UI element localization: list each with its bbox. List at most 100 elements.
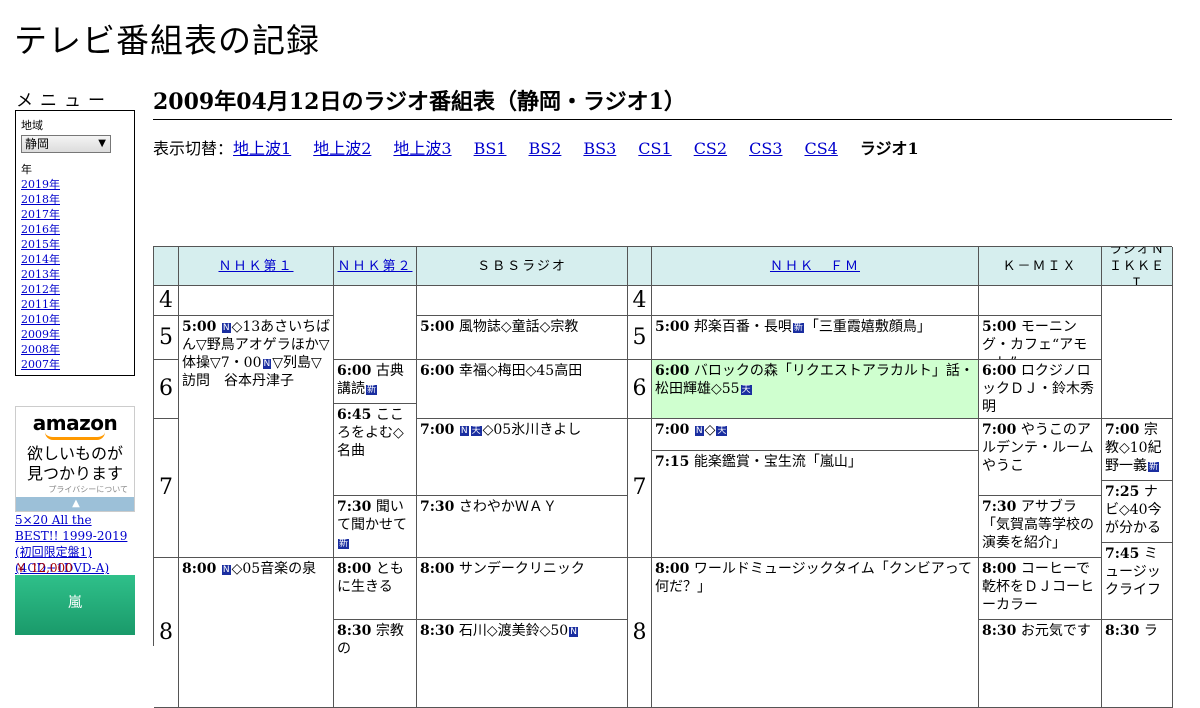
program-cell[interactable]: 8:30 お元気です: [979, 620, 1102, 708]
program-cell[interactable]: 7:00 N ◇ 天: [652, 419, 979, 451]
new-icon: 新: [366, 385, 378, 395]
product-banner[interactable]: 嵐: [15, 575, 135, 635]
program-cell[interactable]: 8:00 サンデークリニック: [417, 558, 628, 620]
year-link[interactable]: 2009年: [21, 328, 60, 341]
program-title: 石川◇渡美鈴◇50: [458, 623, 569, 639]
hour-cell: 6: [628, 360, 652, 419]
news-icon: N: [221, 565, 231, 575]
program-cell[interactable]: 7:45 ミュージックライフ: [1102, 543, 1173, 620]
switcher-link[interactable]: BS2: [528, 139, 561, 158]
switcher-link[interactable]: CS4: [804, 139, 837, 158]
year-link[interactable]: 2017年: [21, 208, 60, 221]
new-icon: 新: [338, 539, 350, 549]
program-time: 6:45: [337, 407, 372, 423]
switcher-link[interactable]: 地上波2: [313, 139, 371, 158]
year-link[interactable]: 2007年: [21, 358, 60, 371]
switcher-link[interactable]: 地上波3: [393, 139, 451, 158]
news-icon: N: [569, 627, 578, 637]
program-cell[interactable]: 8:00 ともに生きる: [334, 558, 417, 620]
program-cell[interactable]: 8:00 N ◇05音楽の泉: [179, 558, 334, 708]
program-cell[interactable]: 7:00 N 天 ◇05氷川きよし: [417, 419, 628, 496]
program-cell[interactable]: 5:00 N ◇13あさいちばん▽野鳥アオゲラほか▽体操▽7・00 N ▽列島▽訪問 …: [179, 316, 334, 558]
hour-cell: 5: [154, 316, 179, 360]
station-header-nhk2[interactable]: ＮＨＫ第２: [334, 247, 417, 286]
year-link[interactable]: 2008年: [21, 343, 60, 356]
program-time: 8:00: [337, 561, 372, 577]
program-cell[interactable]: 5:00 モーニング・カフェ“アモーレ”: [979, 316, 1102, 360]
program-cell[interactable]: 7:30 アサブラ「気賀高等学校の演奏を紹介」: [979, 496, 1102, 558]
program-cell[interactable]: 5:00 邦楽百番・長唄新「三重霞嬉敷顔鳥」: [652, 316, 979, 360]
year-link[interactable]: 2018年: [21, 193, 60, 206]
program-cell[interactable]: 7:15 能楽鑑賞・宝生流「嵐山」: [652, 451, 979, 558]
program-cell[interactable]: 6:00 古典講読新: [334, 360, 417, 404]
ad-copy: 欲しいものが 見つかります: [16, 444, 134, 484]
program-title: ◇: [704, 422, 716, 438]
program-cell[interactable]: 5:00 風物誌◇童話◇宗教: [417, 316, 628, 360]
station-link-nhk2[interactable]: ＮＨＫ第２: [337, 258, 412, 275]
program-cell[interactable]: 8:30 宗教の: [334, 620, 417, 708]
switcher-link[interactable]: CS2: [694, 139, 727, 158]
program-time: 8:00: [182, 561, 217, 577]
switcher-link[interactable]: BS1: [474, 139, 507, 158]
region-select[interactable]: 静岡 ▼: [21, 135, 111, 153]
program-cell[interactable]: 7:00 宗教◇10紀野一義新: [1102, 419, 1173, 481]
ad-copy-line2: 見つかります: [26, 464, 123, 483]
program-cell[interactable]: 8:00 コーヒーで乾杯をＤＪコーヒーカラー: [979, 558, 1102, 620]
program-title: ワールドミュージックタイム「クンビアって何だ？」: [655, 561, 973, 595]
program-time: 7:00: [420, 422, 455, 438]
year-link[interactable]: 2011年: [21, 298, 60, 311]
year-list-item: 2010年: [21, 312, 129, 327]
region-label: 地域: [21, 119, 43, 132]
ad-expand-icon[interactable]: ▲: [16, 497, 134, 511]
program-time: 8:00: [655, 561, 690, 577]
schedule-grid: ＮＨＫ第１ ＮＨＫ第２ ＳＢＳラジオ ＮＨＫ ＦＭ Ｋ－ＭＩＸ ラジオＮＩＫＫＥ…: [153, 246, 1173, 708]
year-link[interactable]: 2012年: [21, 283, 60, 296]
year-link[interactable]: 2010年: [21, 313, 60, 326]
amazon-ad[interactable]: amazon 欲しいものが 見つかります プライバシーについて ▲: [15, 406, 135, 512]
station-header-nhkfm[interactable]: ＮＨＫ ＦＭ: [652, 247, 979, 286]
corner-cell-left: [154, 247, 179, 286]
program-time: 7:25: [1105, 484, 1140, 500]
program-time: 6:00: [655, 363, 690, 379]
program-cell[interactable]: 6:00 幸福◇梅田◇45高田: [417, 360, 628, 419]
program-cell[interactable]: 8:00 ワールドミュージックタイム「クンビアって何だ？」: [652, 558, 979, 708]
program-cell[interactable]: 8:30 ラ: [1102, 620, 1173, 708]
year-list-item: 2015年: [21, 237, 129, 252]
switcher-link[interactable]: 地上波1: [233, 139, 291, 158]
region-select-value: 静岡: [25, 137, 50, 151]
ad-copy-line1: 欲しいものが: [26, 444, 123, 463]
channel-switcher: 表示切替：地上波1 地上波2 地上波3 BS1 BS2 BS3 CS1 CS2 CS3 CS4 ラジ…: [153, 135, 919, 159]
program-time: 8:30: [1105, 623, 1140, 639]
program-cell[interactable]: 6:00 ロクジノロックＤＪ・鈴木秀明: [979, 360, 1102, 419]
station-link-nhk1[interactable]: ＮＨＫ第１: [218, 258, 293, 275]
year-link[interactable]: 2013年: [21, 268, 60, 281]
program-cell-highlighted[interactable]: 6:00 バロックの森「リクエストアラカルト」話・松田輝雄◇55 天: [652, 360, 979, 419]
program-title: ラ: [1143, 623, 1158, 639]
year-link[interactable]: 2015年: [21, 238, 60, 251]
program-cell[interactable]: 7:25 ナビ◇40今が分かる: [1102, 481, 1173, 543]
program-time: 5:00: [182, 319, 217, 335]
year-link[interactable]: 2016年: [21, 223, 60, 236]
station-link-nhkfm[interactable]: ＮＨＫ ＦＭ: [770, 258, 860, 275]
station-header-sbs: ＳＢＳラジオ: [417, 247, 628, 286]
program-title: 能楽鑑賞・宝生流「嵐山」: [693, 454, 862, 470]
program-cell[interactable]: 8:30 石川◇渡美鈴◇50 N: [417, 620, 628, 708]
switcher-link[interactable]: CS1: [638, 139, 671, 158]
program-time: 7:00: [1105, 422, 1140, 438]
program-time: 6:00: [337, 363, 372, 379]
program-time: 5:00: [420, 319, 455, 335]
program-cell[interactable]: 6:45 こころをよむ◇名曲: [334, 404, 417, 496]
amazon-logo: amazon: [32, 411, 118, 435]
program-cell[interactable]: 7:00 やうこのアルデンテ・ルームやうこ: [979, 419, 1102, 496]
switcher-link[interactable]: CS3: [749, 139, 782, 158]
year-label: 年: [21, 163, 32, 176]
program-cell[interactable]: 7:30 聞いて聞かせて新: [334, 496, 417, 558]
ad-privacy-link[interactable]: プライバシーについて: [16, 484, 134, 495]
switcher-link[interactable]: BS3: [583, 139, 616, 158]
station-header-nhk1[interactable]: ＮＨＫ第１: [179, 247, 334, 286]
program-title: 邦楽百番・長唄: [693, 319, 792, 335]
year-link[interactable]: 2014年: [21, 253, 60, 266]
hour-cell: 6: [154, 360, 179, 419]
program-cell[interactable]: 7:30 さわやかＷＡＹ: [417, 496, 628, 558]
year-link[interactable]: 2019年: [21, 178, 60, 191]
